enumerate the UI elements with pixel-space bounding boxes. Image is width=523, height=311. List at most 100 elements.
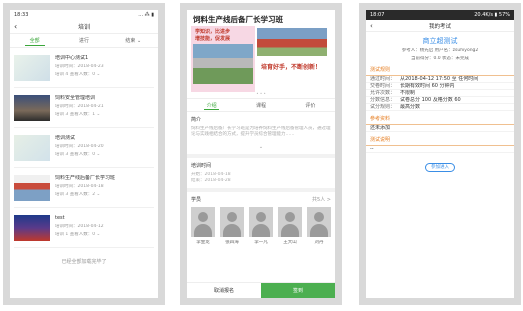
time-section: 培训时间 开始：2018-04-18 结束：2018-04-28 [187,158,335,192]
list-item[interactable]: test 培训时间：2018-04-12 培训 1 查看人数：0 ⌄ [14,208,154,248]
member-name: 刘丹 [314,240,324,245]
rule-value: 试卷总分 100 及格分数 60 [400,97,461,103]
tabs: 全部 进行 结束 ⌄ [10,34,158,48]
rule-key: 通过时间： [370,76,396,82]
rule-key: 交卷时间： [370,83,396,89]
item-stats: 培训 3 查看人数：2 ⌄ [55,192,101,197]
intro-section: 简介 饲料生产线后备厂长学习班是为培养饲料生产线后备管理人员，通过理论与实践相结… [187,112,335,158]
tab-all[interactable]: 全部 [10,34,59,47]
reference-text: 还未添加 [370,125,391,131]
thumbnail-image [14,174,50,201]
members-count[interactable]: 共5人 > [312,196,331,203]
status-time: 18:07 [370,12,385,18]
thumbnail-image [14,54,50,81]
bottom-action-bar: 取消报名 签到 [187,282,335,298]
phone-frame-2: 饲料生产线后备厂长学习班 学知识，比进步 增技能，促发展 培育好手，不断创新！ … [180,3,342,305]
reference-heading: 参考资料 [366,111,514,125]
avatar [191,207,215,237]
status-bar: 18:07 20.4K/s ▮ 57% [366,10,514,20]
expand-chevron-icon[interactable]: ⌄ [191,144,331,150]
rule-row: 交卷时间： 长期有效时间 60 分钟内 [366,83,514,90]
status-time: 18:33 [14,12,29,18]
member[interactable]: 刘丹 [307,207,331,246]
list-item[interactable]: 饲料安全管理培训 培训时间：2018-04-21 培训 3 查看人数：1 ⌄ [14,88,154,128]
rule-value: 不限制 [400,90,416,96]
list-item[interactable]: 饲料生产线后备厂长学习班 培训时间：2018-04-18 培训 3 查看人数：2… [14,168,154,208]
list-item[interactable]: 培训中心测试1 培训时间：2018-04-23 培训 4 查看人数：0 ⌄ [14,48,154,88]
page-title: 培训 [77,24,90,31]
member[interactable]: 王大山 [278,207,302,246]
training-detail-screen: 饲料生产线后备厂长学习班 学知识，比进步 增技能，促发展 培育好手，不断创新！ … [187,10,335,298]
rules-heading: 测试规则 [366,62,514,76]
rule-value: 长期有效时间 60 分钟内 [400,83,455,89]
section-heading: 培训时间 [191,163,212,169]
page-title: 我的考试 [428,23,451,30]
exam-name: 商立超测试 [422,37,458,45]
member-name: 张四海 [225,240,239,245]
carousel-dots[interactable]: • • • [187,91,335,96]
rule-row: 允许次数： 不限制 [366,90,514,97]
avatar [278,207,302,237]
avatar [220,207,244,237]
item-date: 培训时间：2018-04-18 [55,184,104,189]
member-name: 王大山 [283,240,297,245]
banner-photo-building [193,44,253,84]
item-stats: 培训 1 查看人数：0 ⌄ [55,232,101,237]
rule-value: 最高分数 [400,104,421,110]
rule-key: 分数信息： [370,97,396,103]
banner: 饲料生产线后备厂长学习班 学知识，比进步 增技能，促发展 培育好手，不断创新！ … [187,10,335,98]
rule-value: 从2018-04-12 17:50 至 任何时间 [400,76,479,82]
member-name: 李金龙 [196,240,210,245]
rule-key: 允许次数： [370,90,396,96]
item-stats: 培训 3 查看人数：1 ⌄ [55,112,101,117]
exam-detail-screen: 18:07 20.4K/s ▮ 57% ‹ 我的考试 商立超测试 参考人：杨先启… [366,10,514,298]
tab-courses[interactable]: 课程 [236,99,285,111]
exam-header: 商立超测试 参考人：杨先启 用户名：zsuhiyong2 当前得分：0.0 状态… [366,32,514,62]
title-bar: ‹ 我的考试 [366,20,514,32]
cancel-enroll-button[interactable]: 取消报名 [187,283,261,298]
training-list-screen: 18:33 ... ⁂ ▮ ‹ 培训 全部 进行 结束 ⌄ 培训中心测试1 培训… [10,10,158,298]
tab-ended[interactable]: 结束 ⌄ [109,34,158,47]
back-arrow-icon[interactable]: ‹ [14,22,24,31]
exam-user-line: 参考人：杨先启 用户名：zsuhiyong2 [401,48,479,53]
end-time: 结束：2018-04-28 [191,178,231,183]
avatar [249,207,273,237]
member[interactable]: 李一凡 [249,207,273,246]
tab-reviews[interactable]: 评价 [286,99,335,111]
member-name: 李一凡 [254,240,268,245]
banner-title: 饲料生产线后备厂长学习班 [193,15,283,24]
description-heading: 测试说明 [366,132,514,146]
item-date: 培训时间：2018-04-20 [55,144,104,149]
thumbnail-image [14,134,50,161]
item-date: 培训时间：2018-04-21 [55,104,104,109]
member[interactable]: 张四海 [220,207,244,246]
sign-in-button[interactable]: 签到 [261,283,335,298]
avatar [307,207,331,237]
title-bar: ‹ 培训 [10,20,158,34]
rule-row: 试分规则： 最高分数 [366,104,514,111]
back-arrow-icon[interactable]: ‹ [370,22,380,30]
item-title: test [55,215,65,221]
item-date: 培训时间：2018-04-23 [55,64,104,69]
item-title: 饲料安全管理培训 [55,95,96,101]
member[interactable]: 李金龙 [191,207,215,246]
description-text: -- [370,146,374,152]
rule-row: 通过时间： 从2018-04-12 17:50 至 任何时间 [366,76,514,83]
phone-frame-3: 18:07 20.4K/s ▮ 57% ‹ 我的考试 商立超测试 参考人：杨先启… [359,3,521,305]
item-title: 培训中心测试1 [55,55,89,61]
members-heading: 学员 [191,197,202,203]
item-title: 饲料生产线后备厂长学习班 [55,175,116,181]
rule-key: 试分规则： [370,104,396,110]
banner-text-2: 增技能，促发展 [195,36,231,42]
start-exam-button[interactable]: 参加进入 [425,163,455,172]
reference-row: 还未添加 [366,125,514,132]
members-header: 学员 共5人 > [187,192,335,207]
item-title: 培训测试 [55,135,76,141]
list-item[interactable]: 培训测试 培训时间：2018-04-20 培训 3 查看人数：0 ⌄ [14,128,154,168]
tab-intro[interactable]: 介绍 [187,99,236,111]
item-date: 培训时间：2018-04-12 [55,224,104,229]
tab-ongoing[interactable]: 进行 [59,34,108,47]
status-icons: ... ⁂ ▮ [138,12,154,18]
banner-slogan: 培育好手，不断创新！ [261,64,322,71]
banner-text-1: 学知识，比进步 [195,29,231,35]
